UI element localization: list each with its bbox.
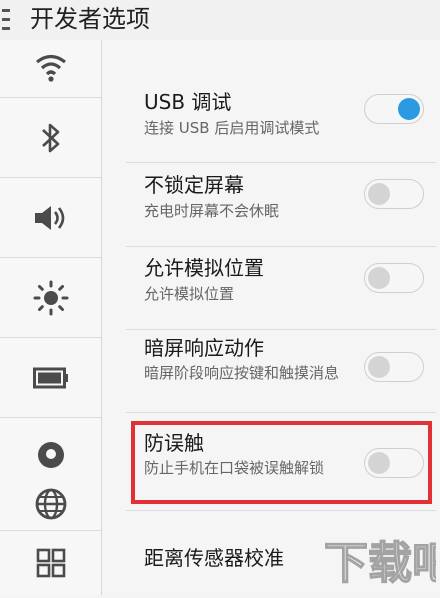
sidebar-item-sound[interactable] <box>0 178 101 258</box>
sidebar-item-language-row[interactable] <box>0 477 101 531</box>
location-icon <box>37 441 64 468</box>
brightness-icon <box>33 280 68 315</box>
menu-icon[interactable] <box>2 9 10 31</box>
setting-title: 不锁定屏幕 <box>144 173 244 197</box>
setting-row-usb-debugging[interactable]: USB 调试 连接 USB 后启用调试模式 <box>102 80 440 155</box>
divider <box>126 510 436 511</box>
developer-options-list: USB 调试 连接 USB 后启用调试模式 不锁定屏幕 充电时屏幕不会休眠 允许… <box>102 40 440 595</box>
sidebar-item-display[interactable] <box>0 258 101 338</box>
setting-subtitle: 允许模拟位置 <box>144 285 235 303</box>
wifi-icon <box>35 54 66 82</box>
highlight-box <box>131 421 432 504</box>
battery-icon <box>32 367 68 388</box>
dark-screen-actions-toggle[interactable] <box>364 352 424 382</box>
setting-subtitle: 连接 USB 后启用调试模式 <box>144 119 320 137</box>
page-title: 开发者选项 <box>30 5 150 33</box>
mock-location-toggle[interactable] <box>364 263 424 293</box>
setting-subtitle: 暗屏阶段响应按键和触摸消息 <box>144 364 340 382</box>
setting-title: 暗屏响应动作 <box>144 336 264 360</box>
app-header: 开发者选项 <box>0 0 440 40</box>
volume-icon <box>34 205 64 230</box>
usb-debugging-toggle[interactable] <box>364 94 424 124</box>
divider <box>126 329 436 330</box>
setting-title: USB 调试 <box>144 90 232 114</box>
globe-icon <box>35 488 66 519</box>
divider <box>126 162 436 163</box>
setting-row-dark-screen-actions[interactable]: 暗屏响应动作 暗屏阶段响应按键和触摸消息 <box>102 332 440 422</box>
setting-title: 距离传感器校准 <box>144 546 284 570</box>
sidebar-item-battery[interactable] <box>0 338 101 418</box>
setting-title: 允许模拟位置 <box>144 256 264 280</box>
watermark-logo: 下载吧 <box>322 528 440 594</box>
setting-row-stay-awake[interactable]: 不锁定屏幕 充电时屏幕不会休眠 <box>102 165 440 240</box>
setting-subtitle: 充电时屏幕不会休眠 <box>144 202 280 220</box>
divider <box>126 246 436 247</box>
apps-grid-icon <box>36 548 65 578</box>
sidebar-item-wifi[interactable] <box>0 40 101 98</box>
svg-text:下载吧: 下载吧 <box>324 538 436 589</box>
setting-row-mock-location[interactable]: 允许模拟位置 允许模拟位置 <box>102 249 440 324</box>
sidebar-item-bluetooth[interactable] <box>0 98 101 178</box>
bluetooth-icon <box>41 123 59 152</box>
sidebar-item-apps[interactable] <box>0 531 102 595</box>
divider <box>126 412 436 413</box>
stay-awake-toggle[interactable] <box>364 179 424 209</box>
